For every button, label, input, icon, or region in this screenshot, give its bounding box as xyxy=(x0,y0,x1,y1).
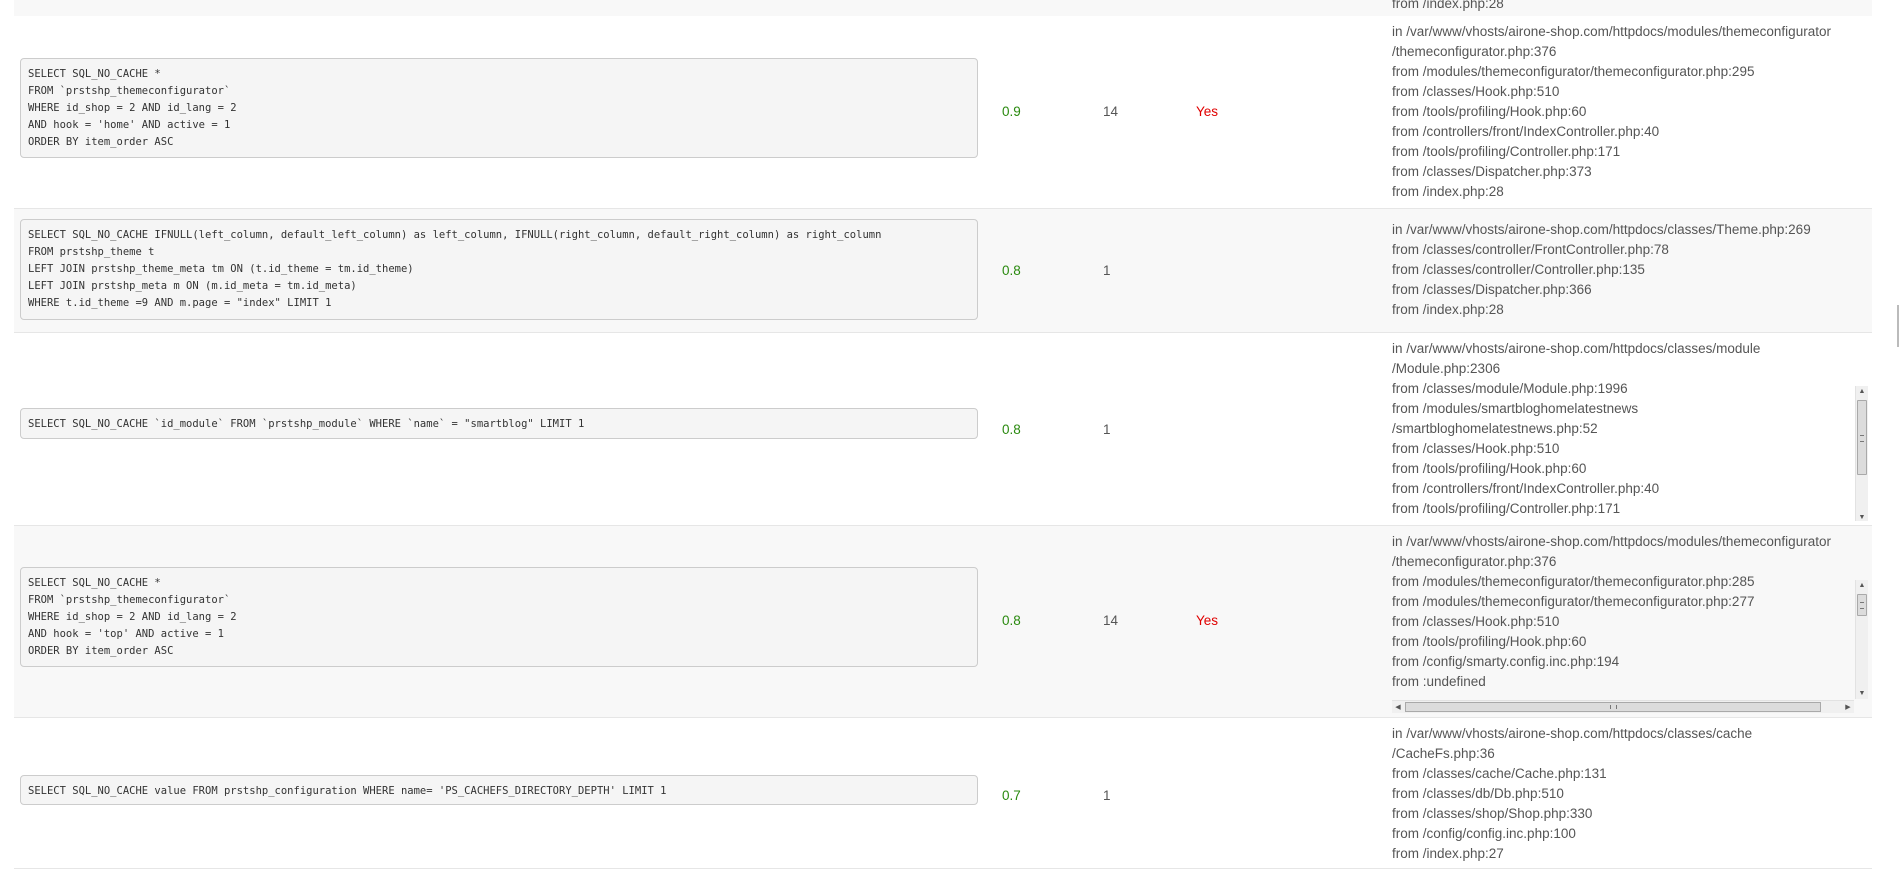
stack-line: from /index.php:28 xyxy=(1392,302,1504,317)
stack-line: from :undefined xyxy=(1392,674,1486,689)
stack-line: from /index.php:28 xyxy=(1392,0,1504,11)
stack-line: from /classes/db/Db.php:510 xyxy=(1392,786,1564,801)
scroll-left-icon[interactable]: ◀ xyxy=(1392,701,1404,714)
scroll-up-icon[interactable]: ▲ xyxy=(1856,386,1868,397)
query-time: 0.8 xyxy=(1002,613,1021,628)
stack-line: from /modules/themeconfigurator/themecon… xyxy=(1392,64,1755,79)
scrollbar-thumb[interactable] xyxy=(1857,400,1867,475)
horizontal-scrollbar[interactable]: ◀ ▶ xyxy=(1392,700,1854,713)
vertical-scrollbar[interactable]: ▲ ▼ xyxy=(1855,580,1868,699)
stack-line: from /classes/shop/Shop.php:330 xyxy=(1392,806,1593,821)
table-row-partial: from /index.php:28 xyxy=(14,0,1872,17)
stack-line: from /modules/smartbloghomelatestnews xyxy=(1392,401,1639,416)
query-time: 0.7 xyxy=(1002,788,1021,803)
stack-trace: in /var/www/vhosts/airone-shop.com/httpd… xyxy=(1392,220,1868,324)
stack-line: from /classes/Hook.php:510 xyxy=(1392,441,1560,456)
stack-line: from /controllers/front/IndexController.… xyxy=(1392,481,1660,496)
scroll-down-icon[interactable]: ▼ xyxy=(1856,512,1868,521)
stack-line: from /tools/profiling/Controller.php:171 xyxy=(1392,144,1621,159)
stack-trace: in /var/www/vhosts/airone-shop.com/httpd… xyxy=(1392,22,1868,202)
stack-line: from /classes/Dispatcher.php:373 xyxy=(1392,164,1592,179)
sql-query-box[interactable]: SELECT SQL_NO_CACHE value FROM prstshp_c… xyxy=(20,775,978,805)
stack-line: from /classes/Hook.php:510 xyxy=(1392,614,1560,629)
sql-query-box[interactable]: SELECT SQL_NO_CACHE `id_module` FROM `pr… xyxy=(20,408,978,439)
stack-trace[interactable]: in /var/www/vhosts/airone-shop.com/httpd… xyxy=(1392,339,1868,521)
query-time: 0.9 xyxy=(1002,104,1021,119)
stack-line: from /index.php:27 xyxy=(1392,846,1504,861)
stack-line: from /tools/profiling/Hook.php:60 xyxy=(1392,461,1587,476)
stack-line: from /classes/Hook.php:510 xyxy=(1392,84,1560,99)
stack-line: in /var/www/vhosts/airone-shop.com/httpd… xyxy=(1392,534,1831,549)
stack-line: from /tools/profiling/Controller.php:171 xyxy=(1392,501,1621,516)
scrollbar-thumb[interactable] xyxy=(1857,594,1867,616)
stack-line: from /classes/controller/FrontController… xyxy=(1392,242,1669,257)
sql-query-box[interactable]: SELECT SQL_NO_CACHE IFNULL(left_column, … xyxy=(20,219,978,320)
stack-line: from /classes/Dispatcher.php:366 xyxy=(1392,282,1592,297)
scroll-right-icon[interactable]: ▶ xyxy=(1842,701,1854,714)
stack-line: from /controllers/front/IndexController.… xyxy=(1392,124,1660,139)
table-row: SELECT SQL_NO_CACHE * FROM `prstshp_them… xyxy=(14,16,1872,209)
stack-line: from /tools/profiling/Hook.php:60 xyxy=(1392,104,1587,119)
query-rows: 14 xyxy=(1103,613,1119,628)
stack-line: from /modules/themeconfigurator/themecon… xyxy=(1392,594,1755,609)
filesort-flag: Yes xyxy=(1196,613,1219,628)
stack-line: from /classes/module/Module.php:1996 xyxy=(1392,381,1628,396)
vertical-scrollbar[interactable]: ▲ ▼ xyxy=(1855,386,1868,521)
table-row: SELECT SQL_NO_CACHE `id_module` FROM `pr… xyxy=(14,333,1872,526)
sql-query-box[interactable]: SELECT SQL_NO_CACHE * FROM `prstshp_them… xyxy=(20,58,978,158)
stack-line: in /var/www/vhosts/airone-shop.com/httpd… xyxy=(1392,726,1753,741)
stack-line: /Module.php:2306 xyxy=(1392,361,1501,376)
stack-line: /themeconfigurator.php:376 xyxy=(1392,44,1557,59)
stack-line: from /config/smarty.config.inc.php:194 xyxy=(1392,654,1620,669)
query-rows: 1 xyxy=(1103,788,1111,803)
stack-line: in /var/www/vhosts/airone-shop.com/httpd… xyxy=(1392,24,1831,39)
query-time: 0.8 xyxy=(1002,263,1021,278)
stack-line: from /config/config.inc.php:100 xyxy=(1392,826,1576,841)
query-time: 0.8 xyxy=(1002,422,1021,437)
stack-line: in /var/www/vhosts/airone-shop.com/httpd… xyxy=(1392,341,1761,356)
stack-line: /CacheFs.php:36 xyxy=(1392,746,1495,761)
stack-line: from /tools/profiling/Hook.php:60 xyxy=(1392,634,1587,649)
stack-line: /themeconfigurator.php:376 xyxy=(1392,554,1557,569)
stack-line: from /classes/cache/Cache.php:131 xyxy=(1392,766,1607,781)
stack-line: /smartbloghomelatestnews.php:52 xyxy=(1392,421,1598,436)
scroll-up-icon[interactable]: ▲ xyxy=(1856,580,1868,591)
stack-trace: in /var/www/vhosts/airone-shop.com/httpd… xyxy=(1392,724,1868,864)
query-rows: 14 xyxy=(1103,104,1119,119)
stack-line: from /modules/themeconfigurator/themecon… xyxy=(1392,574,1755,589)
scrollbar-thumb[interactable] xyxy=(1405,702,1821,712)
sql-query-box[interactable]: SELECT SQL_NO_CACHE * FROM `prstshp_them… xyxy=(20,567,978,667)
query-rows: 1 xyxy=(1103,263,1111,278)
table-row: SELECT SQL_NO_CACHE * FROM `prstshp_them… xyxy=(14,526,1872,718)
table-row: SELECT SQL_NO_CACHE value FROM prstshp_c… xyxy=(14,718,1872,869)
stack-line: from /classes/controller/Controller.php:… xyxy=(1392,262,1645,277)
stack-trace: from /index.php:28 xyxy=(1392,0,1868,14)
stack-line: in /var/www/vhosts/airone-shop.com/httpd… xyxy=(1392,222,1811,237)
query-rows: 1 xyxy=(1103,422,1111,437)
scroll-down-icon[interactable]: ▼ xyxy=(1856,688,1868,699)
filesort-flag: Yes xyxy=(1196,104,1219,119)
stack-line: from /index.php:28 xyxy=(1392,184,1504,199)
table-row: SELECT SQL_NO_CACHE IFNULL(left_column, … xyxy=(14,209,1872,333)
stack-trace[interactable]: in /var/www/vhosts/airone-shop.com/httpd… xyxy=(1392,532,1868,715)
